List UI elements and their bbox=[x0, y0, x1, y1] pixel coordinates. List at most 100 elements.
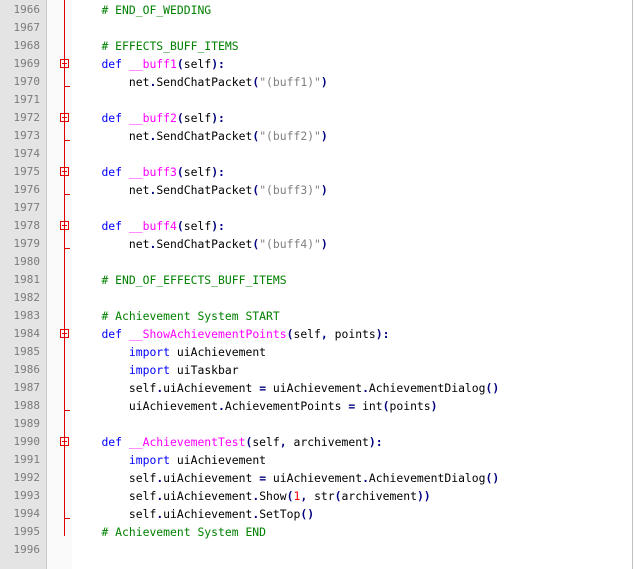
code-token: import bbox=[128, 363, 177, 377]
line-number: 1977 bbox=[13, 201, 41, 214]
code-token: () bbox=[300, 507, 315, 521]
code-token: # END_OF_EFFECTS_BUFF_ITEMS bbox=[101, 273, 287, 287]
code-line[interactable]: self.uiAchievement.Show(1, str(archiveme… bbox=[74, 487, 431, 505]
code-token: () bbox=[485, 471, 500, 485]
code-line[interactable]: import uiAchievement bbox=[74, 343, 266, 361]
editor-edge-line bbox=[632, 0, 633, 569]
code-token: "(buff1)" bbox=[259, 75, 321, 89]
code-line[interactable]: # Achievement System END bbox=[74, 523, 266, 541]
code-token: archivement bbox=[341, 489, 417, 503]
code-line[interactable]: self.uiAchievement.SetTop() bbox=[74, 505, 314, 523]
code-line[interactable]: uiAchievement.AchievementPoints = int(po… bbox=[74, 397, 438, 415]
code-line[interactable]: # Achievement System START bbox=[74, 307, 279, 325]
code-line[interactable]: def __buff1(self): bbox=[74, 55, 224, 73]
line-number: 1969 bbox=[13, 57, 41, 70]
line-number: 1980 bbox=[13, 255, 41, 268]
line-number: 1990 bbox=[13, 435, 41, 448]
code-token: self bbox=[128, 507, 157, 521]
code-token: SetTop bbox=[259, 507, 301, 521]
code-token: self bbox=[252, 435, 280, 449]
code-token: . bbox=[362, 471, 369, 485]
code-token: ): bbox=[211, 165, 225, 179]
code-token: ): bbox=[375, 327, 390, 341]
code-line[interactable]: net.SendChatPacket("(buff4)") bbox=[74, 235, 328, 253]
line-number: 1978 bbox=[13, 219, 41, 232]
code-token: def bbox=[101, 219, 129, 233]
line-number: 1992 bbox=[13, 471, 41, 484]
code-token: # Achievement System END bbox=[101, 525, 267, 539]
code-line[interactable]: self.uiAchievement = uiAchievement.Achie… bbox=[74, 379, 499, 397]
line-number: 1995 bbox=[13, 525, 41, 538]
code-token: = bbox=[259, 471, 273, 485]
line-number: 1987 bbox=[13, 381, 41, 394]
line-number: 1975 bbox=[13, 165, 41, 178]
code-line[interactable]: # END_OF_WEDDING bbox=[74, 1, 211, 19]
line-number: 1984 bbox=[13, 327, 41, 340]
code-token: uiAchievement bbox=[176, 453, 267, 467]
line-number: 1986 bbox=[13, 363, 41, 376]
code-line[interactable]: def __buff2(self): bbox=[74, 109, 225, 127]
code-token: ): bbox=[211, 219, 225, 233]
code-line[interactable]: def __buff3(self): bbox=[74, 163, 225, 181]
code-line[interactable]: def __AchievementTest(self, archivement)… bbox=[74, 433, 382, 451]
line-number: 1982 bbox=[13, 291, 41, 304]
line-number: 1966 bbox=[13, 3, 41, 16]
line-number: 1989 bbox=[13, 417, 41, 430]
code-token: str bbox=[314, 489, 335, 503]
code-token: self bbox=[183, 165, 212, 179]
line-number: 1968 bbox=[13, 39, 41, 52]
outer-fold-range-line bbox=[64, 0, 65, 536]
line-number: 1974 bbox=[13, 147, 41, 160]
code-token: def bbox=[101, 111, 129, 125]
line-number: 1988 bbox=[13, 399, 41, 412]
line-number: 1971 bbox=[13, 93, 41, 106]
code-token: AchievementDialog bbox=[368, 381, 486, 395]
code-token: __ShowAchievementPoints bbox=[128, 327, 287, 341]
code-token: ( bbox=[334, 489, 342, 503]
code-token: uiAchievement bbox=[272, 381, 363, 395]
line-number: 1994 bbox=[13, 507, 41, 520]
code-token: ): bbox=[211, 111, 225, 125]
code-token: net bbox=[128, 183, 150, 197]
code-line[interactable]: # END_OF_EFFECTS_BUFF_ITEMS bbox=[74, 271, 287, 289]
code-token: self bbox=[183, 57, 212, 71]
line-number: 1972 bbox=[13, 111, 41, 124]
code-editor[interactable]: 1966 # END_OF_WEDDING 1967 1968 # EFFECTS_… bbox=[0, 0, 634, 569]
code-token: self bbox=[128, 381, 157, 395]
code-token: points bbox=[334, 327, 376, 341]
code-line[interactable]: import uiTaskbar bbox=[74, 361, 239, 379]
code-line[interactable]: self.uiAchievement = uiAchievement.Achie… bbox=[74, 469, 499, 487]
code-token: __buff2 bbox=[128, 111, 177, 125]
code-token: uiAchievement bbox=[176, 345, 267, 359]
code-line[interactable]: def __ShowAchievementPoints(self, points… bbox=[74, 325, 390, 343]
code-token: self bbox=[293, 327, 321, 341]
code-token: ) bbox=[320, 183, 328, 197]
code-token: def bbox=[101, 165, 129, 179]
code-token: def bbox=[101, 57, 129, 71]
code-line[interactable]: import uiAchievement bbox=[74, 451, 266, 469]
code-token: , bbox=[320, 327, 335, 341]
code-token: ) bbox=[430, 399, 438, 413]
code-token: __buff1 bbox=[128, 57, 177, 71]
code-line[interactable]: net.SendChatPacket("(buff2)") bbox=[74, 127, 328, 145]
code-line[interactable]: net.SendChatPacket("(buff1)") bbox=[74, 73, 328, 91]
code-line[interactable]: # EFFECTS_BUFF_ITEMS bbox=[74, 37, 239, 55]
code-token: SendChatPacket bbox=[156, 129, 253, 143]
code-token: int bbox=[362, 399, 383, 413]
code-line[interactable]: net.SendChatPacket("(buff3)") bbox=[74, 181, 328, 199]
code-token: ( bbox=[176, 219, 184, 233]
code-token: uiTaskbar bbox=[176, 363, 239, 377]
code-token: # EFFECTS_BUFF_ITEMS bbox=[101, 39, 239, 53]
code-token: def bbox=[101, 435, 129, 449]
code-token: . bbox=[362, 381, 369, 395]
code-line[interactable]: def __buff4(self): bbox=[74, 217, 225, 235]
